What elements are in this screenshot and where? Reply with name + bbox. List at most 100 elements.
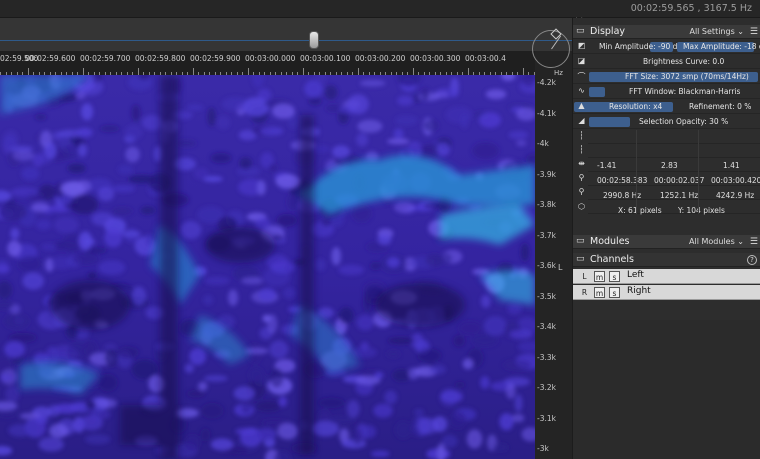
spectrum-blob [12, 150, 35, 161]
resolution-row: ▲ Resolution: x4 Refinement: 0 % [573, 100, 760, 114]
time-end: 00:03:00.420 [711, 176, 760, 185]
selection-opacity-label: Selection Opacity: 30 % [639, 117, 729, 126]
time-start: 00:02:58.383 [597, 176, 648, 185]
spectrum-blob [321, 218, 332, 227]
spectrum-blob [78, 231, 93, 251]
menu-icon[interactable]: ☰ [750, 27, 758, 37]
spectrum-blob [32, 153, 44, 167]
spectrum-blob [111, 207, 133, 216]
channel-letter: L [582, 272, 587, 281]
fft-window-slider[interactable] [589, 87, 605, 97]
spectrum-blob [8, 424, 32, 437]
spectrum-blob [272, 103, 295, 119]
time-tick-label: 00:03:00.200 [355, 54, 406, 63]
spectrum-blob [35, 219, 52, 230]
spectrum-blob [98, 260, 126, 275]
spectrum-blob [445, 106, 473, 124]
spectrum-blob [270, 367, 284, 388]
selection-opacity-slider[interactable] [589, 117, 630, 127]
spectrum-blob [425, 254, 444, 267]
level-end: 1.41 [723, 161, 740, 170]
vertical-range2-icon: ┆ [579, 145, 584, 154]
spectrum-blob [453, 335, 466, 347]
min-amplitude-label: Min Amplitude: -90 dB [599, 42, 683, 51]
all-settings-label: All Settings [689, 27, 735, 36]
spectrum-blob [373, 403, 393, 418]
panel-empty-area [573, 320, 760, 459]
spectrum-blob [3, 313, 30, 329]
spectrum-blob [278, 396, 287, 407]
spectrum-blob [430, 364, 446, 375]
spectrum-blob [91, 212, 114, 226]
time-tick [302, 68, 304, 75]
spectrogram-3d-view[interactable] [0, 75, 535, 459]
spectrum-blob [62, 144, 79, 160]
cursor-readout: 00:02:59.565 , 3167.5 Hz [630, 3, 752, 14]
freq-zoom-icon: ⚲ [578, 187, 585, 196]
brightness-icon: ◪ [577, 56, 586, 65]
spectrum-blob [478, 112, 501, 128]
spectrum-blob [384, 390, 398, 405]
solo-toggle[interactable]: s [609, 271, 620, 282]
spectrum-blob [210, 438, 234, 451]
spectrum-blob [228, 289, 238, 306]
mute-toggle[interactable]: m [594, 271, 605, 282]
brightness-label: Brightness Curve: 0.0 [643, 57, 725, 66]
spectrum-blob [318, 397, 345, 408]
spectrum-blob [492, 443, 509, 452]
refinement-label[interactable]: Refinement: 0 % [689, 102, 751, 111]
spectrum-blob [84, 434, 111, 445]
channel-row-left[interactable]: L m s Left [573, 269, 760, 284]
spectrum-blob [256, 427, 277, 441]
display-header[interactable]: ▭ Display All Settings ⌄ ☰ [573, 25, 760, 39]
fft-size-icon: ⌒ [577, 72, 586, 81]
all-settings-dropdown[interactable]: All Settings ⌄ [689, 27, 744, 36]
spectrum-blob [472, 142, 499, 159]
freq-tick-label: -3.1k [537, 413, 556, 423]
spectrum-blob [423, 119, 439, 132]
spectrum-blob [97, 187, 115, 202]
time-tick-label: 00:02:59.800 [135, 54, 186, 63]
spectrum-blob [4, 341, 25, 358]
spectrum-blob [0, 203, 27, 221]
mute-toggle[interactable]: m [594, 287, 605, 298]
freq-tick-label: -3.3k [537, 352, 556, 362]
time-tick-label: 00:02:59.900 [190, 54, 241, 63]
spectrum-blob [276, 213, 298, 227]
channels-header[interactable]: ▭ Channels ? [573, 253, 760, 267]
spectrum-blob [8, 332, 37, 343]
spectrum-blob [207, 107, 216, 127]
time-tick [192, 68, 194, 75]
seek-handle[interactable] [309, 31, 319, 49]
spectrum-blob [277, 423, 299, 440]
spectrum-blob [72, 253, 100, 265]
time-tick-label: 00:03:00.4 [465, 54, 506, 63]
spectrum-blob [204, 276, 230, 285]
spectrum-blob [145, 233, 154, 246]
spectrum-blob [328, 416, 355, 424]
help-icon[interactable]: ? [747, 255, 757, 265]
channel-marker: L [558, 263, 563, 272]
spectrum-blob [421, 88, 430, 101]
seek-bar[interactable] [0, 18, 572, 51]
spectrum-blob [200, 428, 211, 442]
time-tick-label: 00:02:59.700 [80, 54, 131, 63]
resolution-icon: ▲ [578, 101, 585, 110]
channel-row-right[interactable]: R m s Right [573, 285, 760, 300]
modules-header[interactable]: ▭ Modules All Modules ⌄ ☰ [573, 235, 760, 249]
view-orientation-widget[interactable] [532, 30, 570, 68]
spectrum-blob [432, 416, 448, 433]
spectrum-blob [514, 394, 523, 413]
spectrum-blob [176, 140, 197, 147]
spectrum-blob [69, 402, 88, 412]
spectrum-blob [485, 89, 507, 100]
time-ruler[interactable]: 02:59.500 00:02:59.600 00:02:59.700 00:02:5… [0, 51, 535, 75]
freq-tick-label: -4.1k [537, 108, 556, 118]
menu-icon[interactable]: ☰ [750, 237, 758, 247]
all-modules-dropdown[interactable]: All Modules ⌄ [689, 237, 744, 246]
spectrum-blob [54, 216, 79, 234]
spectrum-blob [78, 143, 87, 157]
freq-tick-label: -3.6k [537, 261, 556, 270]
solo-toggle[interactable]: s [609, 287, 620, 298]
spectrum-blob [184, 434, 200, 451]
